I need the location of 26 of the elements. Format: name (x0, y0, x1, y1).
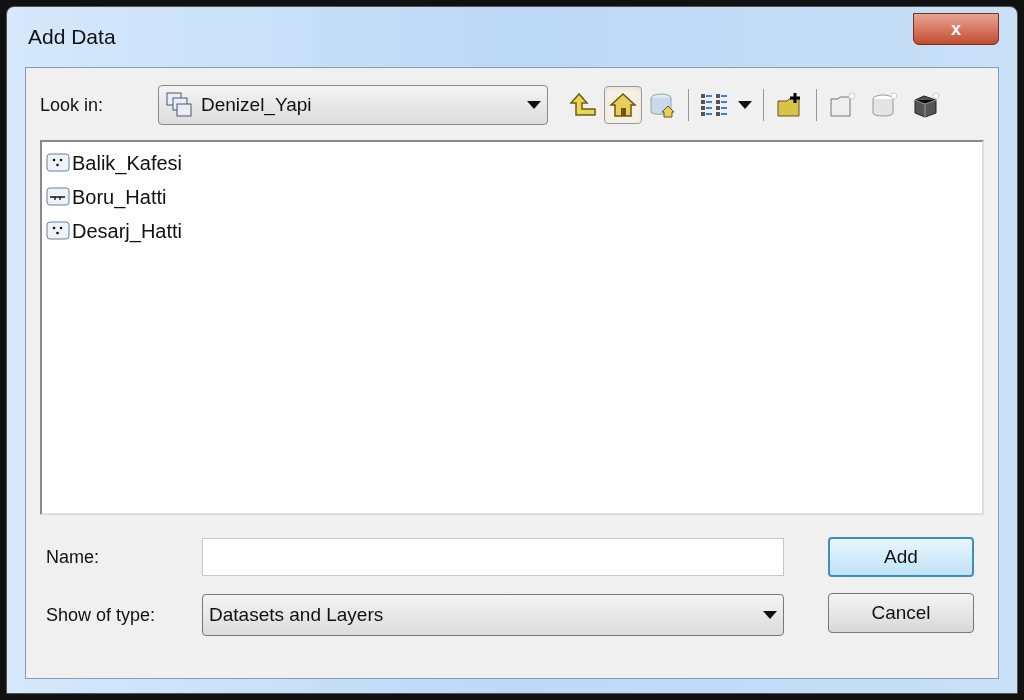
cancel-button[interactable]: Cancel (828, 593, 974, 633)
up-arrow-icon (569, 91, 597, 119)
toolbar-button[interactable] (604, 86, 642, 124)
show-of-type-dropdown[interactable]: Datasets and Layers (202, 594, 784, 636)
line-layer-icon (46, 187, 70, 207)
look-in-label: Look in: (40, 93, 105, 117)
file-list-item[interactable]: Desarj_Hatti (46, 214, 982, 248)
home-icon (609, 91, 637, 119)
new-database-icon (870, 91, 900, 119)
new-folder-icon (828, 91, 858, 119)
point-layer-icon (46, 153, 70, 173)
caret (738, 101, 752, 109)
name-label: Name: (45, 545, 100, 569)
caret-icon (527, 101, 541, 109)
dataset-icon (165, 91, 195, 119)
show-of-type-label: Show of type: (45, 603, 157, 627)
new-toolbox-icon (912, 91, 942, 119)
add-button[interactable]: Add (828, 537, 974, 577)
name-field[interactable] (202, 538, 784, 576)
point-layer-icon (46, 221, 70, 241)
file-list-item[interactable]: Boru_Hatti (46, 180, 982, 214)
caret-icon (763, 611, 777, 619)
file-list-item[interactable]: Balik_Kafesi (46, 146, 982, 180)
look-in-dropdown[interactable]: Denizel_Yapi (158, 85, 548, 125)
window-title: Add Data (27, 24, 116, 51)
database-home-icon (649, 91, 677, 119)
